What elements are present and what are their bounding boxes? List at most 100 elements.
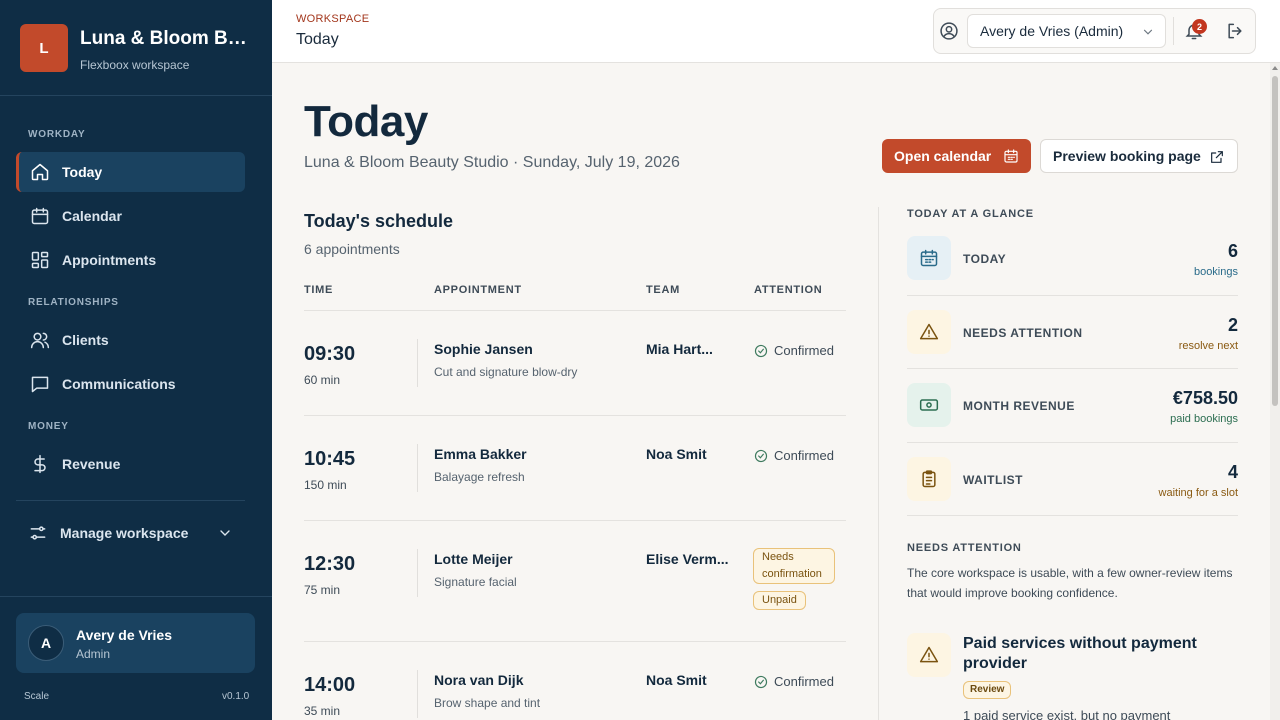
external-link-icon — [1211, 151, 1223, 163]
row-time: 09:30 — [304, 343, 356, 365]
glance-icon-box — [907, 236, 951, 280]
topbar-title: Today — [296, 31, 339, 48]
account-select[interactable]: Avery de Vries (Admin) — [967, 14, 1166, 48]
preview-booking-page-button[interactable]: Preview booking page — [1040, 139, 1238, 173]
cash-icon — [919, 399, 939, 411]
warning-icon — [919, 646, 939, 663]
sliders-icon — [30, 526, 46, 540]
section-money: MONEY — [28, 421, 69, 432]
sidebar-divider — [0, 596, 272, 597]
user-card[interactable]: A Avery de Vries Admin — [16, 613, 255, 673]
row-separator — [417, 444, 418, 492]
grid-icon — [31, 251, 49, 269]
needs-confirmation-badge: Needs confirmation — [753, 548, 835, 584]
scrollbar-thumb[interactable] — [1272, 76, 1278, 406]
attention-item-title: Paid services without payment provider — [963, 635, 1197, 672]
sidebar-item-communications[interactable]: Communications — [16, 364, 245, 404]
unpaid-badge: Unpaid — [753, 591, 806, 610]
glance-divider — [907, 295, 1238, 296]
row-service: Cut and signature blow-dry — [434, 365, 578, 379]
row-service: Brow shape and tint — [434, 696, 541, 710]
calendar-icon — [31, 207, 49, 225]
open-calendar-button[interactable]: Open calendar — [882, 139, 1031, 173]
sidebar-item-revenue[interactable]: Revenue — [16, 444, 245, 484]
users-icon — [30, 332, 50, 349]
glance-value: 2 — [1227, 315, 1238, 335]
topbar-eyebrow: WORKSPACE — [296, 13, 370, 25]
row-duration: 150 min — [304, 478, 347, 492]
user-role: Admin — [76, 647, 111, 661]
row-client: Nora van Dijk — [434, 672, 524, 688]
avatar: A — [28, 625, 64, 661]
row-team: Noa Smit — [646, 672, 707, 688]
glance-caption: resolve next — [1178, 340, 1238, 352]
row-time: 10:45 — [304, 448, 356, 470]
row-duration: 60 min — [304, 373, 341, 387]
column-divider — [878, 207, 879, 720]
topbar: WORKSPACE Today Avery de Vries (Admin) 2 — [272, 0, 1280, 63]
manage-workspace-toggle[interactable]: Manage workspace — [16, 513, 245, 553]
warning-icon — [919, 323, 939, 340]
glance-divider — [907, 442, 1238, 443]
sidebar-item-today[interactable]: Today — [16, 152, 245, 192]
row-service: Signature facial — [434, 575, 517, 589]
attention-description: The core workspace is usable, with a few… — [907, 566, 1233, 600]
sidebar-item-calendar[interactable]: Calendar — [16, 196, 245, 236]
glance-value: €758.50 — [1172, 388, 1238, 408]
schedule-title: Today's schedule — [304, 211, 453, 231]
user-name: Avery de Vries — [76, 627, 172, 643]
message-icon — [31, 376, 49, 393]
clipboard-icon — [922, 470, 936, 488]
glance-label: NEEDS ATTENTION — [963, 326, 1083, 340]
row-separator — [417, 549, 418, 597]
account-select-value: Avery de Vries (Admin) — [980, 23, 1124, 39]
sidebar-item-appointments[interactable]: Appointments — [16, 240, 245, 280]
row-team: Mia Hart... — [646, 341, 713, 357]
calendar-icon — [920, 249, 938, 267]
row-team: Elise Verm... — [646, 551, 729, 567]
glance-title: TODAY AT A GLANCE — [907, 208, 1034, 220]
section-workday: WORKDAY — [28, 129, 86, 140]
version-label: v0.1.0 — [222, 691, 250, 702]
glance-icon-box — [907, 383, 951, 427]
table-divider — [304, 310, 846, 311]
attention-item-body: 1 paid service exist, but no payment — [963, 708, 1171, 720]
status-label: Confirmed — [774, 448, 834, 463]
glance-icon-box — [907, 457, 951, 501]
preview-booking-page-label: Preview booking page — [1053, 148, 1201, 164]
brand-subtitle: Flexboox workspace — [80, 58, 190, 72]
brand-name: Luna & Bloom Beauty Studio — [80, 28, 252, 49]
glance-icon-box — [907, 310, 951, 354]
sidebar-item-label: Clients — [62, 332, 109, 348]
user-circle-icon — [940, 22, 958, 40]
glance-divider — [907, 515, 1238, 516]
review-badge: Review — [963, 681, 1012, 699]
section-relationships: RELATIONSHIPS — [28, 297, 119, 308]
attention-icon-box — [907, 633, 951, 677]
status-label: Confirmed — [774, 674, 834, 689]
calendar-icon — [1004, 149, 1018, 163]
row-separator — [417, 670, 418, 718]
topbar-separator — [1173, 17, 1174, 45]
sidebar-item-label: Communications — [62, 376, 176, 392]
sidebar-item-clients[interactable]: Clients — [16, 320, 245, 360]
row-duration: 35 min — [304, 704, 341, 718]
plan-label: Scale — [24, 691, 50, 702]
brand[interactable]: L Luna & Bloom Beauty Studio Flexboox wo… — [20, 24, 260, 74]
attention-title: NEEDS ATTENTION — [907, 542, 1022, 554]
chevron-down-icon — [1143, 29, 1153, 35]
row-client: Emma Bakker — [434, 446, 527, 462]
row-client: Sophie Jansen — [434, 341, 533, 357]
glance-label: TODAY — [963, 252, 1007, 266]
logout-icon[interactable] — [1225, 21, 1245, 41]
row-team: Noa Smit — [646, 446, 707, 462]
check-circle-icon — [754, 675, 768, 688]
check-circle-icon — [754, 344, 768, 357]
column-header-attention: ATTENTION — [754, 284, 823, 296]
manage-workspace-label: Manage workspace — [60, 525, 189, 541]
account-controls: Avery de Vries (Admin) 2 — [933, 8, 1256, 54]
scroll-up-arrow-icon[interactable] — [1272, 66, 1278, 70]
glance-divider — [907, 368, 1238, 369]
chevron-down-icon — [220, 530, 230, 536]
sidebar: L Luna & Bloom Beauty Studio Flexboox wo… — [0, 0, 272, 720]
